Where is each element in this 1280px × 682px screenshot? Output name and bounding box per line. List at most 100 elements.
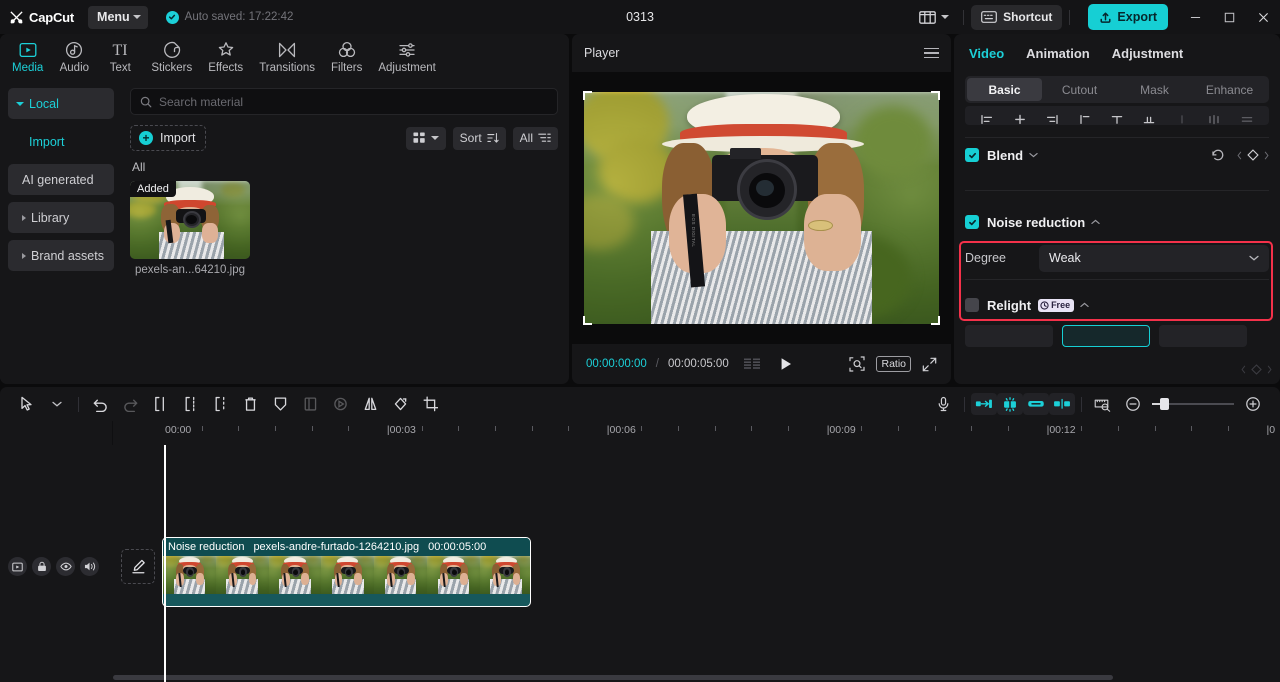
sidebar-item-local[interactable]: Local	[8, 88, 114, 119]
volume-icon[interactable]	[80, 557, 99, 576]
play-icon[interactable]	[779, 357, 793, 371]
monitor-icon[interactable]	[8, 557, 27, 576]
freeze-icon[interactable]	[265, 389, 295, 419]
playhead[interactable]	[164, 445, 166, 682]
player-canvas-wrapper[interactable]: EOS DIGITAL	[583, 91, 940, 325]
lock-icon[interactable]	[32, 557, 51, 576]
blend-checkbox[interactable]	[965, 148, 979, 162]
export-button[interactable]: Export	[1088, 4, 1168, 30]
align-top-icon[interactable]	[1068, 106, 1100, 125]
relight-option-3[interactable]	[1159, 325, 1247, 347]
tab-animation[interactable]: Animation	[1026, 46, 1090, 61]
canvas-handle-top-left[interactable]	[583, 91, 592, 100]
tab-filters[interactable]: Filters	[323, 34, 370, 80]
filter-button[interactable]: All	[512, 126, 558, 150]
timeline-ruler[interactable]: 00:00 |00:03 |00:06 |00:09 |00:12 |0	[0, 421, 1280, 445]
sidebar-item-ai-generated[interactable]: AI generated	[8, 164, 114, 195]
delete-icon[interactable]	[235, 389, 265, 419]
ratio-button[interactable]: Ratio	[876, 356, 911, 372]
tab-audio[interactable]: Audio	[51, 34, 97, 80]
sort-button[interactable]: Sort	[452, 126, 506, 150]
microphone-icon[interactable]	[928, 389, 958, 419]
chevron-up-icon[interactable]	[1080, 302, 1089, 308]
segment-mask[interactable]: Mask	[1117, 78, 1192, 101]
relight-option-2[interactable]	[1062, 325, 1150, 347]
align-center-horizontal-icon[interactable]	[1003, 106, 1035, 125]
reverse-icon[interactable]	[325, 389, 355, 419]
reset-icon[interactable]	[1211, 148, 1225, 162]
eye-icon[interactable]	[56, 557, 75, 576]
scrollbar-thumb[interactable]	[113, 675, 1113, 680]
align-middle-icon[interactable]	[1101, 106, 1133, 125]
distribute-horizontal-icon[interactable]	[1198, 106, 1230, 125]
relight-option-1[interactable]	[965, 325, 1053, 347]
tab-video[interactable]: Video	[969, 46, 1004, 61]
minimize-button[interactable]	[1178, 0, 1212, 34]
tab-text[interactable]: TI Text	[97, 34, 143, 80]
align-bottom-icon[interactable]	[1133, 106, 1165, 125]
import-button[interactable]: + Import	[130, 125, 207, 151]
fullscreen-icon[interactable]	[922, 357, 937, 372]
media-card[interactable]: Added pexels-an...64210.jpg	[130, 181, 250, 276]
distribute-vertical-icon[interactable]	[1231, 106, 1263, 125]
search-input[interactable]	[159, 94, 548, 109]
noise-reduction-checkbox[interactable]	[965, 215, 979, 229]
timeline-scrollbar[interactable]	[113, 675, 1280, 682]
tab-adjustment[interactable]: Adjustment	[1112, 46, 1184, 61]
canvas-handle-bottom-right[interactable]	[931, 316, 940, 325]
view-mode-button[interactable]	[405, 126, 446, 150]
canvas-handle-top-right[interactable]	[931, 91, 940, 100]
search-bar[interactable]	[130, 88, 558, 115]
ruler-track[interactable]: 00:00 |00:03 |00:06 |00:09 |00:12 |0	[113, 421, 1280, 445]
rotate-icon[interactable]	[385, 389, 415, 419]
sidebar-item-import[interactable]: Import	[8, 126, 114, 157]
track-area[interactable]: Noise reduction pexels-andre-furtado-126…	[113, 445, 1280, 682]
relight-checkbox[interactable]	[965, 298, 979, 312]
segment-basic[interactable]: Basic	[967, 78, 1042, 101]
segment-enhance[interactable]: Enhance	[1192, 78, 1267, 101]
auto-stick-left-icon[interactable]	[971, 393, 997, 415]
sidebar-item-library[interactable]: Library	[8, 202, 114, 233]
zoom-in-icon[interactable]	[1238, 389, 1268, 419]
degree-dropdown[interactable]: Weak	[1039, 244, 1269, 272]
chevron-up-icon[interactable]	[1091, 219, 1100, 225]
timeline-clip[interactable]: Noise reduction pexels-andre-furtado-126…	[162, 537, 531, 607]
select-icon[interactable]	[12, 389, 42, 419]
tab-adjustment[interactable]: Adjustment	[370, 34, 444, 80]
chevron-down-icon[interactable]	[1029, 152, 1038, 158]
hamburger-icon[interactable]	[924, 47, 939, 59]
align-right-icon[interactable]	[1036, 106, 1068, 125]
layout-button[interactable]	[912, 10, 956, 24]
canvas-handle-bottom-left[interactable]	[583, 316, 592, 325]
chevron-down-icon[interactable]	[42, 389, 72, 419]
preview-scale-icon[interactable]	[1088, 389, 1118, 419]
align-icon[interactable]	[1049, 393, 1075, 415]
shortcut-button[interactable]: Shortcut	[971, 4, 1063, 30]
zoom-slider[interactable]	[1152, 398, 1234, 410]
tab-transitions[interactable]: Transitions	[251, 34, 323, 80]
detect-icon[interactable]	[849, 356, 866, 372]
tab-media[interactable]: Media	[4, 34, 51, 80]
undo-icon[interactable]	[85, 389, 115, 419]
trim-left-icon[interactable]	[175, 389, 205, 419]
menu-button[interactable]: Menu	[88, 5, 148, 29]
trim-right-icon[interactable]	[205, 389, 235, 419]
mirror-panel-icon[interactable]	[295, 389, 325, 419]
link-icon[interactable]	[1023, 393, 1049, 415]
edit-track-button[interactable]	[121, 549, 155, 584]
tab-stickers[interactable]: Stickers	[143, 34, 200, 80]
magnet-icon[interactable]	[997, 393, 1023, 415]
zoom-out-icon[interactable]	[1118, 389, 1148, 419]
sidebar-item-brand-assets[interactable]: Brand assets	[8, 240, 114, 271]
split-icon[interactable]	[145, 389, 175, 419]
media-thumbnail[interactable]: Added	[130, 181, 250, 259]
maximize-button[interactable]	[1212, 0, 1246, 34]
attribute-scroll-area[interactable]: Blend Noise reduction Degree Weak Religh…	[954, 103, 1280, 384]
flip-icon[interactable]	[355, 389, 385, 419]
align-left-icon[interactable]	[971, 106, 1003, 125]
redo-icon[interactable]	[115, 389, 145, 419]
frames-icon[interactable]	[743, 358, 762, 371]
zoom-slider-knob[interactable]	[1160, 398, 1169, 410]
segment-cutout[interactable]: Cutout	[1042, 78, 1117, 101]
crop-icon[interactable]	[415, 389, 445, 419]
